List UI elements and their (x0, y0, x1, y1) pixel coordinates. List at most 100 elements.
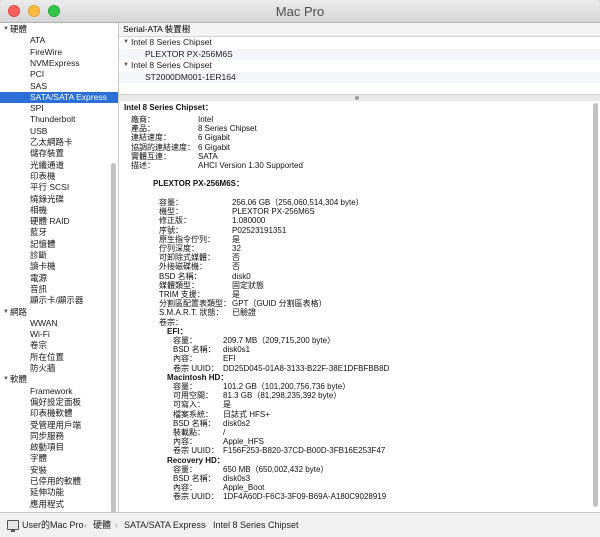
sidebar-item[interactable]: 應用程式 (0, 499, 118, 510)
sidebar-item[interactable]: 啟動項目 (0, 442, 118, 453)
detail-value: disk0s2 (223, 418, 251, 428)
path-crumb[interactable]: 硬體 (93, 513, 111, 537)
sidebar-item[interactable]: 乙太網路卡 (0, 137, 118, 148)
sidebar-item[interactable]: SATA/SATA Express (0, 91, 118, 103)
detail-key: 佇列深度： (159, 244, 199, 253)
detail-key: S.M.A.R.T. 狀態： (159, 308, 224, 318)
detail-value: 32 (232, 244, 241, 253)
detail-key: 容量： (173, 464, 197, 474)
detail-value: 8 Series Chipset (198, 124, 257, 134)
sidebar-item[interactable]: NVMExpress (0, 58, 118, 69)
sidebar-item[interactable]: 受管理用戶端 (0, 420, 118, 431)
sidebar-item-label: 平行 SCSI (30, 182, 70, 193)
sidebar-item-label: 儲存裝置 (30, 148, 65, 159)
sidebar-item[interactable]: 印表機軟體 (0, 408, 118, 419)
sidebar-item[interactable]: 光纖通道 (0, 160, 118, 171)
sidebar-item-label: 啟動項目 (30, 442, 65, 453)
device-tree-label: ST2000DM001-1ER164 (145, 71, 236, 82)
sidebar-item[interactable]: 安裝 (0, 465, 118, 476)
detail-value: disk0s1 (223, 345, 251, 355)
device-tree-header[interactable]: Serial-ATA 裝置樹 (119, 23, 600, 37)
sidebar-item[interactable]: 讀卡機 (0, 261, 118, 272)
device-tree-label: Intel 8 Series Chipset (131, 37, 212, 47)
controller-row[interactable]: ▼ Intel 8 Series Chipset (119, 60, 600, 71)
detail-value: 否 (232, 262, 240, 272)
detail-value: 81.3 GB（81,298,235,392 byte） (223, 391, 342, 401)
sidebar-section[interactable]: ▼ 網路 (0, 307, 118, 318)
detail-value: 已驗證 (232, 308, 256, 318)
sidebar-item-label: USB (30, 125, 48, 136)
device-tree-label: Intel 8 Series Chipset (131, 60, 212, 70)
sidebar-item[interactable]: Framework (0, 386, 118, 397)
sidebar-item[interactable]: Thunderbolt (0, 114, 118, 125)
sidebar-item-label: 已停用的軟體 (30, 476, 82, 486)
disclosure-triangle-icon[interactable]: ▼ (3, 374, 9, 385)
sidebar-item[interactable]: SAS (0, 81, 118, 92)
detail-key: 原生指令佇列： (159, 234, 215, 244)
detail-key: 可卸除式媒體： (159, 253, 215, 263)
sidebar-item[interactable]: 顯示卡/顯示器 (0, 295, 118, 306)
sidebar-item[interactable]: 防火牆 (0, 363, 118, 374)
sidebar-item[interactable]: 診斷 (0, 250, 118, 261)
detail-value: GPT（GUID 分割區表格） (232, 299, 327, 309)
sidebar-item-label: 字體 (30, 453, 48, 464)
detail-key: 卷宗 UUID： (173, 492, 219, 502)
divider-handle-icon[interactable] (355, 96, 359, 100)
sidebar-item[interactable]: 藍牙 (0, 227, 118, 238)
sidebar-item[interactable]: 硬體 RAID (0, 216, 118, 227)
sidebar-item-label: 電源 (30, 272, 48, 283)
sidebar-item[interactable]: 音訊 (0, 284, 118, 295)
path-crumb[interactable]: Intel 8 Series Chipset (213, 513, 299, 537)
sidebar-item[interactable]: 延伸功能 (0, 487, 118, 498)
detail-key: 容量： (173, 336, 197, 345)
detail-value: 209.7 MB（209,715,200 byte） (223, 336, 336, 345)
disclosure-triangle-icon[interactable]: ▼ (3, 307, 9, 318)
sidebar-item-label: SAS (30, 80, 48, 91)
path-crumb[interactable]: User的Mac Pro (22, 513, 84, 537)
sidebar-item-label: Wi-Fi (30, 329, 50, 340)
detail-value: 日誌式 HFS+ (223, 409, 270, 419)
sidebar-item[interactable]: 卷宗 (0, 340, 118, 351)
detail-key: 媒體類型： (159, 280, 199, 290)
detail-key: 描述： (131, 161, 155, 170)
detail-scrollbar[interactable] (593, 103, 598, 507)
disclosure-triangle-icon[interactable]: ▼ (123, 37, 129, 48)
sidebar-item[interactable]: 字體 (0, 453, 118, 464)
sidebar-item-label: 網路 (10, 306, 28, 317)
detail-key: 協調的連結速度： (131, 142, 195, 152)
sidebar-item[interactable]: 同步服務 (0, 431, 118, 442)
detail-key: 容量： (173, 382, 197, 391)
sidebar-item-label: SATA/SATA Express (30, 91, 107, 102)
disclosure-triangle-icon[interactable]: ▼ (3, 24, 9, 35)
controller-row[interactable]: ▼ Intel 8 Series Chipset (119, 37, 600, 48)
sidebar-section[interactable]: ▼ 硬體 (0, 24, 118, 35)
detail-value: 是 (232, 234, 240, 244)
sidebar-item[interactable]: 相機 (0, 205, 118, 216)
sidebar-item[interactable]: FireWire (0, 47, 118, 58)
device-row[interactable]: ST2000DM001-1ER164 (119, 71, 600, 83)
sidebar-item[interactable]: 平行 SCSI (0, 182, 118, 193)
sidebar-item[interactable]: WWAN (0, 318, 118, 329)
sidebar-item[interactable]: Wi-Fi (0, 329, 118, 340)
sidebar-section[interactable]: ▼ 軟體 (0, 374, 118, 385)
path-crumb[interactable]: SATA/SATA Express (124, 513, 205, 537)
sidebar-item[interactable]: 電源 (0, 273, 118, 284)
sidebar-item[interactable]: 偏好設定面板 (0, 397, 118, 408)
sidebar-item[interactable]: 印表機 (0, 171, 118, 182)
sidebar-item[interactable]: PCI (0, 69, 118, 80)
detail-key: 卷宗： (159, 317, 183, 327)
sidebar-item[interactable]: 儲存裝置 (0, 148, 118, 159)
device-row[interactable]: PLEXTOR PX-256M6S (119, 48, 600, 60)
detail-key: 分割區配置表類型： (159, 299, 231, 309)
disclosure-triangle-icon[interactable]: ▼ (123, 60, 129, 71)
sidebar-item[interactable]: 燒錄光碟 (0, 194, 118, 205)
detail-key: 裝載點： (173, 428, 205, 437)
sidebar-item[interactable]: SPI (0, 103, 118, 114)
sidebar-item-label: 同步服務 (30, 430, 65, 441)
sidebar-item[interactable]: 記憶體 (0, 239, 118, 250)
sidebar-item[interactable]: 已停用的軟體 (0, 476, 118, 487)
detail-value: 650 MB（650,002,432 byte） (223, 464, 329, 474)
sidebar-item[interactable]: 所在位置 (0, 352, 118, 363)
sidebar-item[interactable]: USB (0, 126, 118, 137)
sidebar-item[interactable]: ATA (0, 35, 118, 46)
